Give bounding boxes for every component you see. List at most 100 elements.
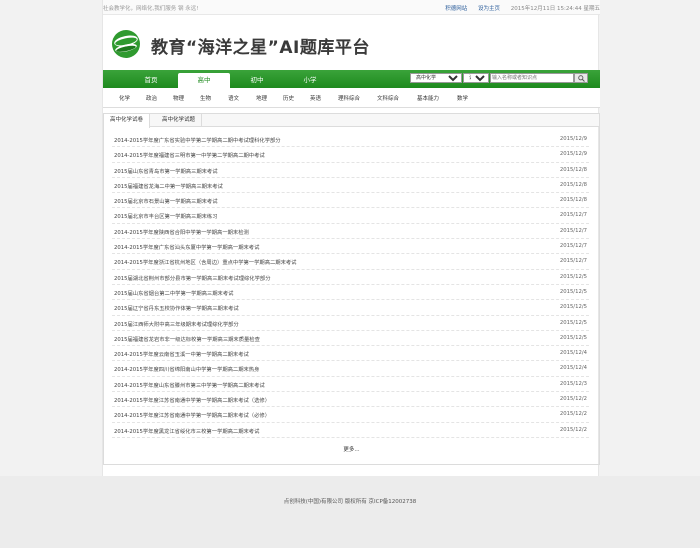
- page-container: 社会教学化，网络化,我们服务 钢 永远! 积德网站 设为主页 2015年12月1…: [102, 0, 600, 548]
- list-item[interactable]: 2014-2015学年度云南省玉溪一中第一学期高二期末考试 2015/12/4: [112, 346, 589, 362]
- item-title[interactable]: 2014-2015学年度江苏省南通中学第一学期高二期末考试（选修）: [114, 396, 270, 404]
- list-item[interactable]: 2014-2015学年度黑龙江省绥化市三校第一学期高二期末考试 2015/12/2: [112, 423, 589, 438]
- item-date: 2015/12/8: [559, 166, 587, 173]
- item-title[interactable]: 2015届福建省龙岩市非一级达标校第一学期高三期末质量检查: [114, 335, 260, 343]
- item-title[interactable]: 2014-2015学年度四川省绵阳南山中学第一学期高二期末热身: [114, 365, 259, 373]
- item-title[interactable]: 2015届湖北省荆州市部分县市第一学期高三期末考试理综化学部分: [114, 274, 271, 282]
- list-item[interactable]: 2014-2015学年度陕西省合阳中学第一学期高一期末检测 2015/12/7: [112, 224, 589, 240]
- item-date: 2015/12/8: [559, 181, 587, 188]
- item-date: 2015/12/7: [559, 243, 587, 250]
- panel-tabs: 高中化学试卷 高中化学试题: [104, 114, 599, 128]
- item-date: 2015/12/5: [559, 304, 587, 311]
- item-title[interactable]: 2014-2015学年度黑龙江省绥化市三校第一学期高二期末考试: [114, 427, 259, 435]
- top-links: 积德网站 设为主页 2015年12月11日 15:24:44 星期五: [436, 4, 600, 12]
- item-date: 2015/12/7: [559, 258, 587, 265]
- list-item[interactable]: 2015届北京市丰台区第一学期高三期末练习 2015/12/7: [112, 208, 589, 224]
- site-logo[interactable]: 教育“海洋之星”AI题库平台: [111, 26, 411, 62]
- item-date: 2015/12/5: [559, 334, 587, 341]
- list-item[interactable]: 2015届江西师大附中高三年级期末考试理综化学部分 2015/12/5: [112, 316, 589, 331]
- item-title[interactable]: 2014-2015学年度广东省实验中学第二学期高二期中考试理科化学部分: [114, 136, 281, 144]
- list-item[interactable]: 2014-2015学年度四川省绵阳南山中学第一学期高二期末热身 2015/12/4: [112, 361, 589, 377]
- subject-select[interactable]: 高中化学: [410, 73, 462, 83]
- item-title[interactable]: 2014-2015学年度浙江省杭州地区（含周边）重点中学第一学期高二期末考试: [114, 258, 296, 266]
- item-date: 2015/12/2: [559, 426, 587, 433]
- item-title[interactable]: 2014-2015学年度广东省汕头东厦中学第一学期高一期末考试: [114, 243, 259, 251]
- list-item[interactable]: 2015届福建省龙海二中第一学期高三期末考试 2015/12/8: [112, 178, 589, 194]
- footer-copyright: 点创科技(中国)有限公司 版权所有 京ICP备12002738: [283, 499, 417, 505]
- subnav-item-politics[interactable]: 政治: [146, 94, 157, 102]
- subnav-item-basic-ability[interactable]: 基本能力: [417, 94, 439, 102]
- main-nav: 首页 高中 初中 小学 高中化学 试题: [103, 70, 600, 88]
- exam-list: 2014-2015学年度广东省实验中学第二学期高二期中考试理科化学部分 2015/…: [112, 132, 589, 438]
- item-date: 2015/12/3: [559, 380, 587, 387]
- list-item[interactable]: 2014-2015学年度广东省汕头东厦中学第一学期高一期末考试 2015/12/7: [112, 239, 589, 255]
- item-title[interactable]: 2014-2015学年度福建省三明市第一中学第二学期高二期中考试: [114, 151, 265, 159]
- top-bar: 社会教学化，网络化,我们服务 钢 永远! 积德网站 设为主页 2015年12月1…: [103, 0, 600, 15]
- tab-exam-papers[interactable]: 高中化学试卷: [104, 114, 151, 128]
- tab-exam-questions[interactable]: 高中化学试题: [156, 114, 203, 127]
- item-date: 2015/12/7: [559, 212, 587, 219]
- list-item[interactable]: 2015届山东省烟台第二中学第一学期高三期末考试 2015/12/5: [112, 285, 589, 301]
- search-input[interactable]: [490, 73, 574, 83]
- list-item[interactable]: 2015届福建省龙岩市非一级达标校第一学期高三期末质量检查 2015/12/5: [112, 331, 589, 347]
- item-title[interactable]: 2015届江西师大附中高三年级期末考试理综化学部分: [114, 320, 239, 328]
- list-item[interactable]: 2014-2015学年度江苏省南通中学第一学期高二期末考试（必修） 2015/12…: [112, 407, 589, 423]
- item-date: 2015/12/9: [559, 151, 587, 158]
- more-link[interactable]: 更多...: [104, 445, 599, 453]
- item-title[interactable]: 2015届福建省龙海二中第一学期高三期末考试: [114, 182, 223, 190]
- list-item[interactable]: 2014-2015学年度福建省三明市第一中学第二学期高二期中考试 2015/12/…: [112, 147, 589, 163]
- nav-tab-primary-school[interactable]: 小学: [284, 73, 336, 88]
- item-title[interactable]: 2015届北京市石景山第一学期高三期末考试: [114, 197, 218, 205]
- subnav-item-english[interactable]: 英语: [310, 94, 321, 102]
- slogan-text: 社会教学化，网络化,我们服务 钢 永远!: [103, 6, 199, 12]
- nav-tab-high-school[interactable]: 高中: [178, 73, 230, 88]
- list-item[interactable]: 2015届辽宁省丹东五校协作体第一学期高三期末考试 2015/12/5: [112, 300, 589, 316]
- footer: 点创科技(中国)有限公司 版权所有 京ICP备12002738: [0, 476, 700, 548]
- set-homepage-link[interactable]: 设为主页: [478, 6, 500, 12]
- item-title[interactable]: 2014-2015学年度云南省玉溪一中第一学期高二期末考试: [114, 350, 249, 358]
- subject-nav: 化学 政治 物理 生物 语文 地理 历史 英语 理科综合 文科综合 基本能力 数…: [103, 88, 600, 108]
- item-title[interactable]: 2015届山东省烟台第二中学第一学期高三期末考试: [114, 289, 233, 297]
- item-title[interactable]: 2015届北京市丰台区第一学期高三期末练习: [114, 212, 218, 220]
- list-item[interactable]: 2015届湖北省荆州市部分县市第一学期高三期末考试理综化学部分 2015/12/5: [112, 270, 589, 285]
- site-title: 教育“海洋之星”AI题库平台: [151, 38, 370, 58]
- subnav-item-science-combined[interactable]: 理科综合: [338, 94, 360, 102]
- list-item[interactable]: 2014-2015学年度江苏省南通中学第一学期高二期末考试（选修） 2015/12…: [112, 392, 589, 408]
- item-title[interactable]: 2014-2015学年度陕西省合阳中学第一学期高一期末检测: [114, 228, 249, 236]
- item-title[interactable]: 2014-2015学年度江苏省南通中学第一学期高二期末考试（必修）: [114, 411, 270, 419]
- search-button[interactable]: [574, 73, 588, 83]
- favorite-site-link[interactable]: 积德网站: [445, 6, 467, 12]
- nav-tab-middle-school[interactable]: 初中: [231, 73, 283, 88]
- subnav-item-biology[interactable]: 生物: [200, 94, 211, 102]
- exam-list-panel: 高中化学试卷 高中化学试题 2014-2015学年度广东省实验中学第二学期高二期…: [103, 113, 600, 465]
- item-title[interactable]: 2015届山东省青岛市第一学期高三期末考试: [114, 167, 218, 175]
- item-date: 2015/12/5: [559, 273, 587, 280]
- item-date: 2015/12/5: [559, 319, 587, 326]
- item-date: 2015/12/5: [559, 288, 587, 295]
- item-date: 2015/12/4: [559, 365, 587, 372]
- globe-swoosh-icon: [112, 30, 140, 58]
- item-date: 2015/12/8: [559, 197, 587, 204]
- list-item[interactable]: 2015届山东省青岛市第一学期高三期末考试 2015/12/8: [112, 163, 589, 178]
- subnav-item-chinese[interactable]: 语文: [228, 94, 239, 102]
- item-date: 2015/12/4: [559, 350, 587, 357]
- item-date: 2015/12/7: [559, 227, 587, 234]
- subnav-item-chemistry[interactable]: 化学: [119, 94, 130, 102]
- subnav-item-geography[interactable]: 地理: [256, 94, 267, 102]
- nav-tab-home[interactable]: 首页: [125, 73, 177, 88]
- list-item[interactable]: 2014-2015学年度广东省实验中学第二学期高二期中考试理科化学部分 2015/…: [112, 132, 589, 148]
- item-date: 2015/12/9: [559, 136, 587, 142]
- current-datetime: 2015年12月11日 15:24:44 星期五: [510, 6, 600, 12]
- subnav-item-history[interactable]: 历史: [283, 94, 294, 102]
- subnav-item-arts-combined[interactable]: 文科综合: [377, 94, 399, 102]
- type-select[interactable]: 试题: [463, 73, 489, 83]
- search-icon: [578, 75, 585, 82]
- item-title[interactable]: 2015届辽宁省丹东五校协作体第一学期高三期末考试: [114, 304, 239, 312]
- item-date: 2015/12/2: [559, 396, 587, 403]
- subnav-item-math[interactable]: 数学: [457, 94, 468, 102]
- subnav-item-physics[interactable]: 物理: [173, 94, 184, 102]
- list-item[interactable]: 2015届北京市石景山第一学期高三期末考试 2015/12/8: [112, 193, 589, 209]
- item-title[interactable]: 2014-2015学年度山东省滕州市第三中学第一学期高二期末考试: [114, 381, 265, 389]
- list-item[interactable]: 2014-2015学年度山东省滕州市第三中学第一学期高二期末考试 2015/12/…: [112, 377, 589, 393]
- list-item[interactable]: 2014-2015学年度浙江省杭州地区（含周边）重点中学第一学期高二期末考试 20…: [112, 254, 589, 270]
